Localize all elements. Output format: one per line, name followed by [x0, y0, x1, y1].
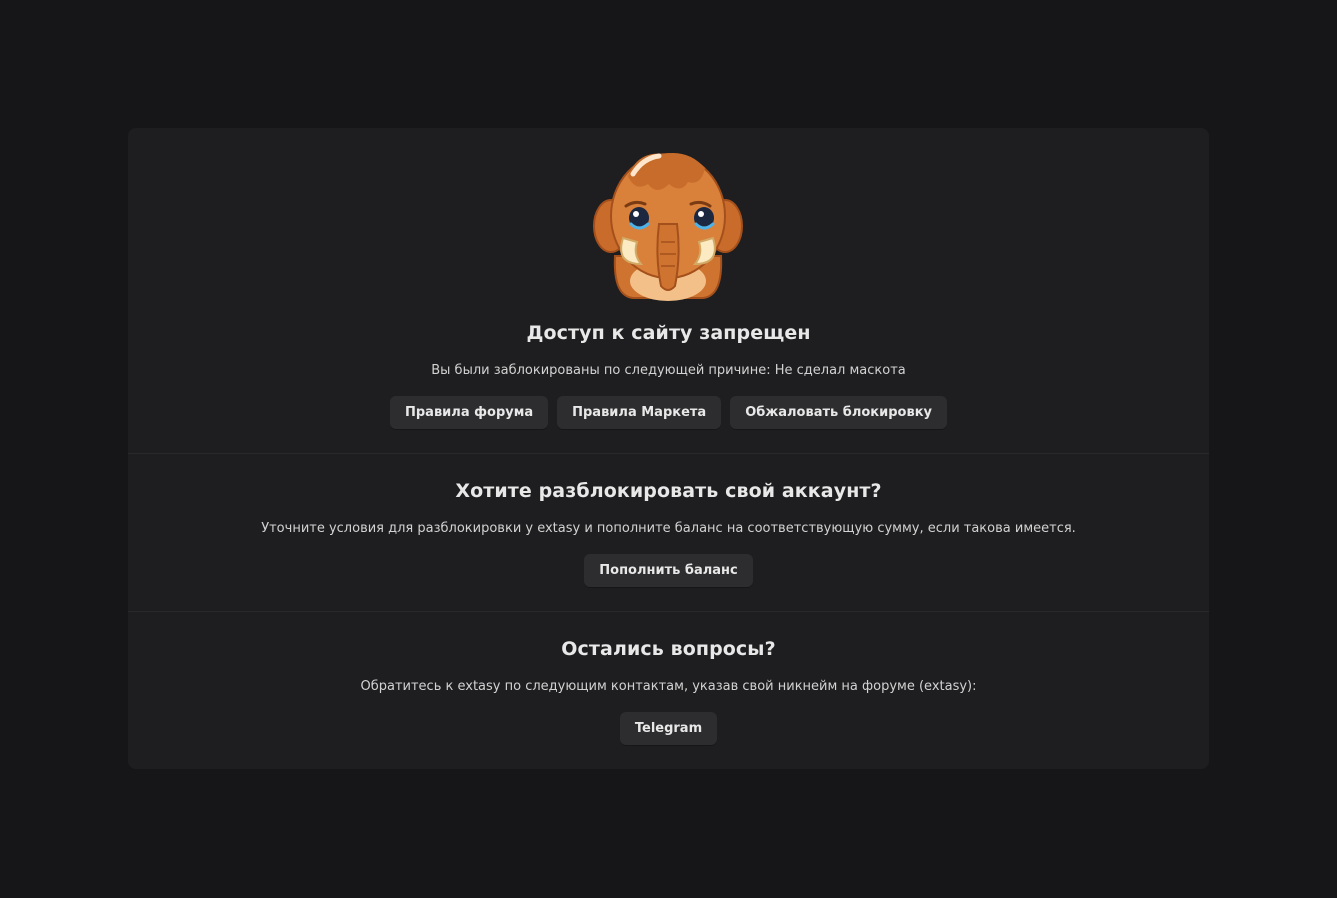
questions-section: Остались вопросы? Обратитесь к extasy по…	[128, 611, 1209, 769]
unlock-actions: Пополнить баланс	[128, 554, 1209, 587]
ban-card: Доступ к сайту запрещен Вы были заблокир…	[128, 128, 1209, 769]
questions-title: Остались вопросы?	[561, 638, 776, 660]
sad-mammoth-icon	[593, 152, 743, 301]
telegram-button[interactable]: Telegram	[619, 712, 718, 745]
appeal-ban-button[interactable]: Обжаловать блокировку	[730, 396, 947, 429]
unlock-text: Уточните условия для разблокировки у ext…	[261, 521, 1076, 536]
forum-rules-button[interactable]: Правила форума	[390, 396, 549, 429]
market-rules-button[interactable]: Правила Маркета	[557, 396, 722, 429]
ban-actions: Правила форума Правила Маркета Обжаловат…	[128, 396, 1209, 429]
contact-actions: Telegram	[128, 712, 1209, 745]
questions-text: Обратитесь к extasy по следующим контакт…	[360, 679, 977, 694]
page-title: Доступ к сайту запрещен	[526, 322, 811, 344]
top-up-balance-button[interactable]: Пополнить баланс	[584, 554, 753, 587]
page: Доступ к сайту запрещен Вы были заблокир…	[0, 0, 1337, 898]
ban-reason: Вы были заблокированы по следующей причи…	[431, 363, 906, 378]
unlock-section: Хотите разблокировать свой аккаунт? Уточ…	[128, 453, 1209, 611]
unlock-title: Хотите разблокировать свой аккаунт?	[455, 480, 882, 502]
blocked-section: Доступ к сайту запрещен Вы были заблокир…	[128, 128, 1209, 453]
